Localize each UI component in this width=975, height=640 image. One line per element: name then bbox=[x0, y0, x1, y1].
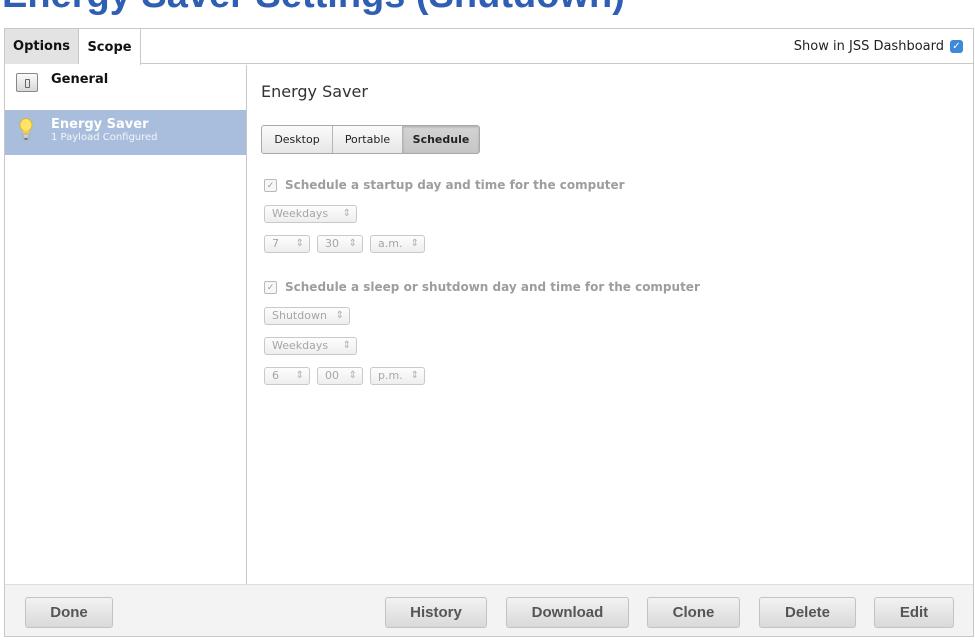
sleep-action-value: Shutdown bbox=[272, 309, 327, 322]
clone-button[interactable]: Clone bbox=[647, 597, 740, 628]
edit-button[interactable]: Edit bbox=[874, 597, 954, 628]
select-arrows-icon: ⇕ bbox=[410, 238, 419, 249]
select-arrows-icon: ⇕ bbox=[342, 340, 351, 351]
startup-days-select[interactable]: Weekdays ⇕ bbox=[264, 205, 357, 223]
sleep-schedule-row: ✓ Schedule a sleep or shutdown day and t… bbox=[264, 280, 700, 294]
select-arrows-icon: ⇕ bbox=[348, 238, 357, 249]
startup-minute-value: 30 bbox=[325, 237, 339, 250]
sleep-days-value: Weekdays bbox=[272, 339, 329, 352]
sleep-action-select[interactable]: Shutdown ⇕ bbox=[264, 307, 350, 325]
select-arrows-icon: ⇕ bbox=[295, 370, 304, 381]
history-button[interactable]: History bbox=[385, 597, 487, 628]
segment-schedule[interactable]: Schedule bbox=[403, 126, 479, 153]
select-arrows-icon: ⇕ bbox=[348, 370, 357, 381]
sleep-checkbox[interactable]: ✓ bbox=[264, 280, 277, 294]
page-title: Energy Saver Settings (Shutdown) bbox=[2, 0, 625, 17]
lightbulb-icon bbox=[19, 118, 33, 140]
sidebar-item-label: General bbox=[51, 72, 109, 87]
mode-segmented-control: Desktop Portable Schedule bbox=[261, 125, 480, 154]
startup-days-value: Weekdays bbox=[272, 207, 329, 220]
startup-checkbox[interactable]: ✓ bbox=[264, 178, 277, 192]
select-arrows-icon: ⇕ bbox=[342, 208, 351, 219]
sleep-label: Schedule a sleep or shutdown day and tim… bbox=[285, 280, 700, 294]
policy-panel: Options Scope Show in JSS Dashboard ✓ Ge… bbox=[4, 28, 974, 637]
sleep-days-select[interactable]: Weekdays ⇕ bbox=[264, 337, 357, 355]
dashboard-label: Show in JSS Dashboard bbox=[793, 39, 944, 54]
select-arrows-icon: ⇕ bbox=[335, 310, 344, 321]
select-arrows-icon: ⇕ bbox=[295, 238, 304, 249]
page-title-area: Energy Saver Settings (Shutdown) bbox=[0, 0, 975, 26]
segment-portable[interactable]: Portable bbox=[333, 126, 403, 153]
sleep-minute-value: 00 bbox=[325, 369, 339, 382]
sleep-minute-select[interactable]: 00 ⇕ bbox=[317, 367, 363, 385]
select-arrows-icon: ⇕ bbox=[410, 370, 419, 381]
payload-title: Energy Saver bbox=[261, 82, 368, 101]
sleep-hour-select[interactable]: 6 ⇕ bbox=[264, 367, 310, 385]
tab-options[interactable]: Options bbox=[5, 29, 79, 64]
done-button[interactable]: Done bbox=[25, 597, 113, 628]
payload-detail: Energy Saver Desktop Portable Schedule ✓… bbox=[248, 65, 973, 584]
general-switch-icon bbox=[16, 73, 38, 92]
tab-scope[interactable]: Scope bbox=[79, 29, 141, 65]
payload-sidebar: General Energy Saver 1 Payload Configure… bbox=[5, 65, 247, 584]
sidebar-item-sublabel: 1 Payload Configured bbox=[51, 132, 158, 143]
startup-schedule-row: ✓ Schedule a startup day and time for th… bbox=[264, 178, 625, 192]
startup-hour-select[interactable]: 7 ⇕ bbox=[264, 235, 310, 253]
startup-ampm-value: a.m. bbox=[378, 237, 403, 250]
action-footer: Done History Download Clone Delete Edit bbox=[5, 584, 973, 636]
delete-button[interactable]: Delete bbox=[759, 597, 856, 628]
sleep-ampm-select[interactable]: p.m. ⇕ bbox=[370, 367, 425, 385]
dashboard-checkbox[interactable]: ✓ bbox=[950, 40, 963, 53]
dashboard-toggle: Show in JSS Dashboard ✓ bbox=[794, 39, 963, 54]
startup-minute-select[interactable]: 30 ⇕ bbox=[317, 235, 363, 253]
sidebar-item-energy-saver[interactable]: Energy Saver 1 Payload Configured bbox=[5, 110, 246, 155]
startup-ampm-select[interactable]: a.m. ⇕ bbox=[370, 235, 425, 253]
sidebar-item-label: Energy Saver bbox=[51, 117, 149, 132]
segment-desktop[interactable]: Desktop bbox=[262, 126, 333, 153]
sleep-hour-value: 6 bbox=[272, 369, 279, 382]
startup-label: Schedule a startup day and time for the … bbox=[285, 178, 625, 192]
top-tab-bar: Options Scope Show in JSS Dashboard ✓ bbox=[5, 29, 973, 65]
download-button[interactable]: Download bbox=[506, 597, 629, 628]
sidebar-item-general[interactable]: General bbox=[5, 65, 246, 110]
sleep-ampm-value: p.m. bbox=[378, 369, 403, 382]
startup-hour-value: 7 bbox=[272, 237, 279, 250]
